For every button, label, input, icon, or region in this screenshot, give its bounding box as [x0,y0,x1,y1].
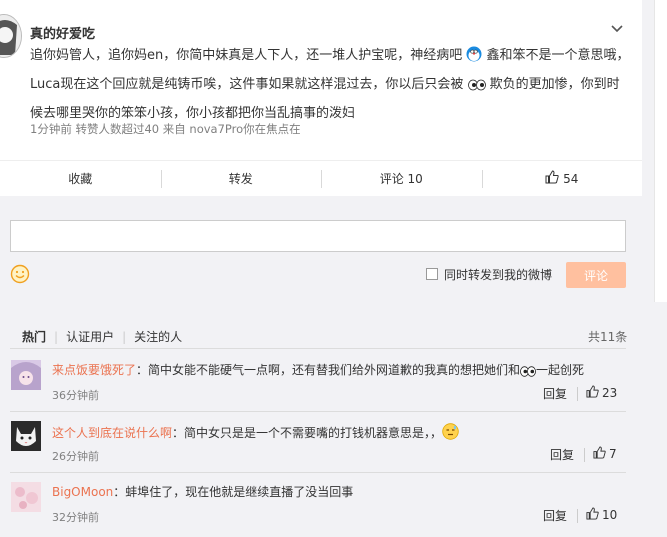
commenter-name[interactable]: 来点饭要饿死了 [52,363,136,377]
comment-item: 来点饭要饿死了：简中女能不能硬气一点啊，还有替我们给外网道歉的我真的想把她们和 一… [0,352,642,412]
thumbs-up-icon [586,385,599,401]
thumbs-up-icon [586,507,599,523]
divider [584,448,585,462]
row-divider [10,472,626,473]
post-text-part1: 追你妈管人，追你妈en，你简中妹真是人下人，还一堆人护宝呢，神经病吧 [30,48,463,63]
chevron-down-icon[interactable] [608,20,626,38]
comment-time: 32分钟前 [52,511,99,524]
comment-time: 26分钟前 [52,450,99,463]
eyes-emoji-icon [467,75,486,101]
post-text: 追你妈管人，追你妈en，你简中妹真是人下人，还一堆人护宝呢，神经病吧 鑫和笨不是… [30,43,630,127]
comment-text: ：简中女只是是一个不需要嘴的打钱机器意思是，， [172,426,443,440]
post-action-bar: 收藏 转发 评论 10 54 [0,160,642,196]
comment-like-button[interactable]: 7 [593,446,617,462]
like-button[interactable]: 54 [481,161,643,196]
comment-input[interactable] [10,220,626,252]
favorite-label: 收藏 [68,172,93,186]
commenter-avatar[interactable] [11,360,41,390]
tab-divider: | [54,329,59,344]
smiley-icon[interactable] [10,264,30,284]
comment-body: 这个人到底在说什么啊：简中女只是是一个不需要嘴的打钱机器意思是，， [52,423,459,444]
comment-item: BigOMoon：蚌埠住了，现在他就是继续直播了没当回事 32分钟前 回复 10 [0,474,642,534]
comment-item: 这个人到底在说什么啊：简中女只是是一个不需要嘴的打钱机器意思是，， 26分钟前 … [0,413,642,473]
divider [577,509,578,523]
right-panel-edge [654,0,667,302]
tab-following[interactable]: 关注的人 [134,328,182,345]
comment-text-tail: 一起创死 [536,363,585,377]
doraemon-emoji-icon [466,46,482,72]
post-meta: 1分钟前 转赞人数超过40 来自 nova7Pro你在焦点在 [30,122,301,136]
repost-checkbox[interactable] [426,268,438,280]
comment-like-count: 10 [602,508,618,522]
post-author[interactable]: 真的好爱吃 [30,23,95,42]
reply-button[interactable]: 回复 [543,385,567,402]
comment-like-count: 23 [602,386,618,400]
comment-body: 来点饭要饿死了：简中女能不能硬气一点啊，还有替我们给外网道歉的我真的想把她们和 一… [52,362,584,381]
repost-checkbox-label: 同时转发到我的微博 [444,268,553,282]
divider [577,387,578,401]
comment-like-count: 7 [609,447,617,461]
favorite-button[interactable]: 收藏 [0,161,161,196]
comment-tabs: 热门 | 认证用户 | 关注的人 [22,328,182,345]
comment-like-button[interactable]: 10 [586,507,617,523]
comment-body: BigOMoon：蚌埠住了，现在他就是继续直播了没当回事 [52,484,353,500]
commenter-avatar[interactable] [11,482,41,512]
commenter-name[interactable]: 这个人到底在说什么啊 [52,426,172,440]
comment-like-button[interactable]: 23 [586,385,617,401]
eyes-emoji-icon [520,365,536,381]
comment-text: ：蚌埠住了，现在他就是继续直播了没当回事 [113,485,354,499]
comment-composer: 同时转发到我的微博 评论 [0,206,642,298]
comment-text: ：简中女能不能硬气一点啊，还有替我们给外网道歉的我真的想把她们和 [136,363,521,377]
comment-total: 共11条 [588,330,628,344]
author-avatar[interactable] [0,14,22,58]
awkward-emoji-icon [442,423,459,444]
reply-button[interactable]: 回复 [550,446,574,463]
tab-divider: | [122,329,127,344]
comment-label: 评论 10 [379,172,423,186]
reply-button[interactable]: 回复 [543,507,567,524]
thumbs-up-icon [545,170,559,187]
comments-section: 热门 | 认证用户 | 关注的人 共11条 来点饭要饿死了：简中女能不能硬气一点… [0,302,642,537]
commenter-name[interactable]: BigOMoon [52,485,113,499]
commenter-avatar[interactable] [11,421,41,451]
tab-verified[interactable]: 认证用户 [66,328,114,345]
comment-time: 36分钟前 [52,389,99,402]
thumbs-up-icon [593,446,606,462]
row-divider [10,411,626,412]
post-card: 真的好爱吃 追你妈管人，追你妈en，你简中妹真是人下人，还一堆人护宝呢，神经病吧… [0,0,642,160]
repost-button[interactable]: 转发 [160,161,322,196]
tabs-divider [10,348,626,349]
tab-hot[interactable]: 热门 [22,328,46,345]
like-count: 54 [563,171,579,186]
submit-comment-button[interactable]: 评论 [566,262,626,288]
comment-button[interactable]: 评论 10 [321,161,482,196]
repost-label: 转发 [228,172,253,186]
